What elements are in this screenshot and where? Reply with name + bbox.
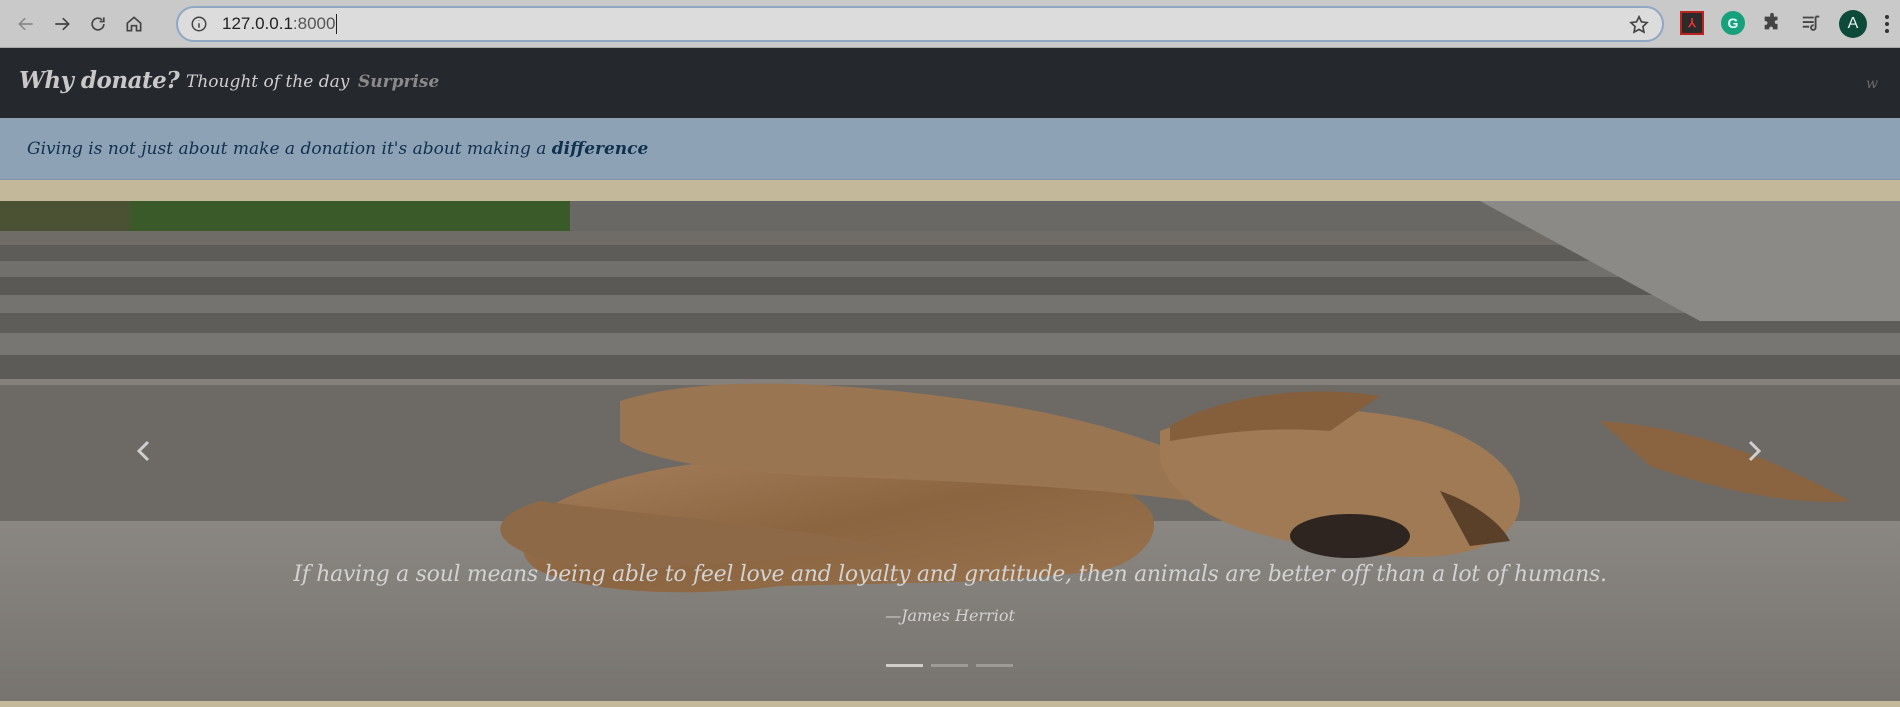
site-info-icon[interactable] bbox=[190, 15, 208, 33]
page-background-strip bbox=[0, 701, 1900, 707]
sleeping-dog-photo bbox=[0, 201, 1900, 701]
reload-icon[interactable] bbox=[80, 6, 116, 42]
info-alert: Giving is not just about make a donation… bbox=[0, 118, 1900, 180]
navbar-brand[interactable]: Why donate? bbox=[19, 67, 180, 94]
carousel-quote: If having a soul means being able to fee… bbox=[293, 562, 1607, 587]
url-host: 127.0.0.1 bbox=[222, 13, 293, 33]
site-navbar: Why donate? Thought of the day Surprise … bbox=[0, 48, 1900, 118]
carousel-indicator[interactable] bbox=[976, 664, 1013, 667]
text-caret bbox=[336, 14, 338, 35]
alert-message: Giving is not just about make a donation… bbox=[27, 139, 648, 159]
forward-arrow-icon[interactable] bbox=[44, 6, 80, 42]
carousel-indicator[interactable] bbox=[886, 664, 923, 667]
carousel-author: —James Herriot bbox=[885, 606, 1015, 625]
nav-link-thought-of-the-day[interactable]: Thought of the day bbox=[186, 72, 349, 92]
alert-text: Giving is not just about make a donation… bbox=[27, 139, 547, 159]
nav-link-surprise[interactable]: Surprise bbox=[358, 72, 439, 92]
carousel-next-icon[interactable] bbox=[1740, 433, 1770, 469]
carousel-indicators bbox=[886, 664, 1013, 667]
alert-emphasis: difference bbox=[551, 139, 649, 159]
carousel-indicator[interactable] bbox=[931, 664, 968, 667]
adobe-pdf-icon[interactable]: ⅄ bbox=[1680, 11, 1704, 35]
carousel-prev-icon[interactable] bbox=[128, 433, 158, 469]
media-queue-icon[interactable] bbox=[1799, 11, 1823, 35]
back-arrow-icon[interactable] bbox=[8, 6, 44, 42]
url-text: 127.0.0.1:8000 bbox=[222, 13, 338, 35]
profile-avatar[interactable]: A bbox=[1839, 10, 1867, 38]
url-port: :8000 bbox=[292, 13, 336, 33]
puzzle-extensions-icon[interactable] bbox=[1760, 11, 1784, 35]
browser-toolbar: 127.0.0.1:8000 ⅄ G A bbox=[0, 0, 1900, 48]
home-icon[interactable] bbox=[116, 6, 152, 42]
address-bar[interactable]: 127.0.0.1:8000 bbox=[176, 6, 1664, 42]
grammarly-icon[interactable]: G bbox=[1721, 11, 1745, 35]
navbar-right-text: w bbox=[1866, 76, 1878, 92]
kebab-menu-icon[interactable] bbox=[1882, 12, 1892, 36]
image-carousel: If having a soul means being able to fee… bbox=[0, 201, 1900, 701]
bookmark-star-icon[interactable] bbox=[1628, 14, 1650, 36]
